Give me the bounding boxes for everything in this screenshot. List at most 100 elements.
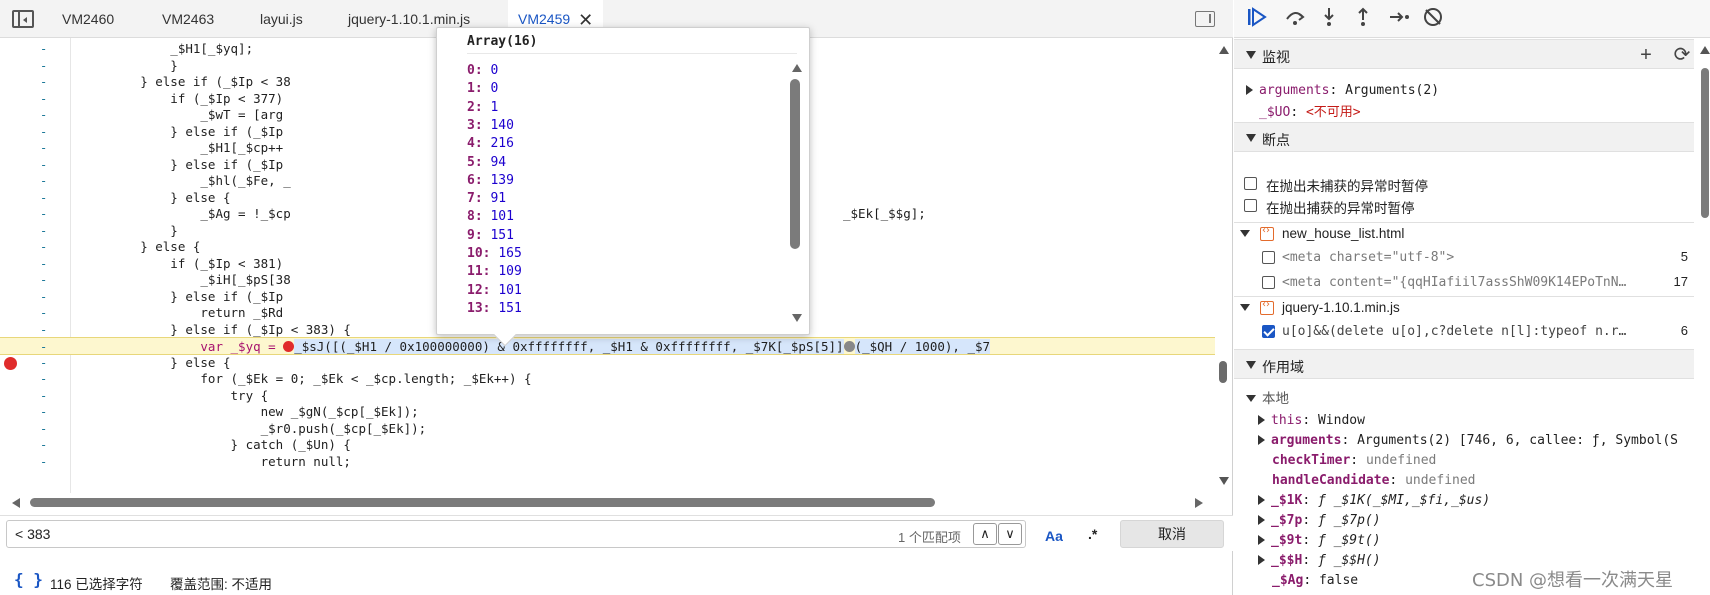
line-gutter-mark[interactable]: - — [40, 106, 52, 124]
line-gutter-mark[interactable]: - — [40, 288, 52, 306]
scope-var-function[interactable]: _$1K: ƒ _$1K(_$MI,_$fi,_$us) — [1258, 492, 1490, 510]
code-line[interactable]: - } catch (_$Un) { — [0, 436, 1215, 454]
step-into-icon[interactable] — [1316, 6, 1342, 32]
watch-item-arguments[interactable]: arguments: Arguments(2) — [1246, 82, 1439, 100]
scroll-down-icon[interactable] — [1219, 477, 1229, 485]
line-gutter-mark[interactable]: - — [40, 354, 52, 372]
array-entry[interactable]: 10: 165 — [467, 244, 522, 264]
line-gutter-mark[interactable]: - — [40, 139, 52, 157]
array-entry[interactable]: 13: 151 — [467, 299, 522, 319]
scroll-down-icon[interactable] — [792, 314, 802, 322]
watch-item-uo[interactable]: _$UO: <不可用> — [1259, 104, 1361, 122]
inline-breakpoint-icon[interactable] — [283, 341, 295, 352]
line-gutter-mark[interactable]: - — [40, 189, 52, 207]
line-gutter-mark[interactable]: - — [40, 222, 52, 240]
line-gutter-mark[interactable]: - — [40, 40, 52, 58]
scope-var-arguments[interactable]: arguments: Arguments(2) [746, 6, callee:… — [1258, 432, 1694, 450]
value-popover[interactable]: Array(16) 0: 0 1: 0 2: 1 3: 140 4: 216 5: 94 6… — [436, 27, 810, 347]
line-gutter-mark[interactable]: - — [40, 123, 52, 141]
array-entry[interactable]: 9: 151 — [467, 226, 514, 246]
code-line[interactable]: - new _$gN(_$cp[_$Ek]); — [0, 403, 1215, 421]
line-gutter-mark[interactable]: - — [40, 370, 52, 388]
pause-caught-checkbox[interactable] — [1244, 199, 1257, 212]
scope-var-function[interactable]: _$7p: ƒ _$7p() — [1258, 512, 1381, 530]
scroll-up-icon[interactable] — [792, 64, 802, 72]
scope-var-function[interactable]: _$$H: ƒ _$$H() — [1258, 552, 1381, 570]
line-gutter-mark[interactable]: - — [40, 403, 52, 421]
breakpoint-file-jquery[interactable] — [1240, 300, 1256, 318]
scope-var-function[interactable]: _$9t: ƒ _$9t() — [1258, 532, 1381, 550]
scope-var-handlecandidate[interactable]: handleCandidate: undefined — [1272, 472, 1476, 490]
scroll-up-icon[interactable] — [1700, 46, 1710, 54]
array-entry[interactable]: 4: 216 — [467, 134, 514, 154]
scope-var-checktimer[interactable]: checkTimer: undefined — [1272, 452, 1436, 470]
line-gutter-mark[interactable]: - — [40, 321, 52, 339]
scope-var-ag[interactable]: _$Ag: false — [1272, 572, 1358, 590]
tab-vm2463[interactable]: VM2463 — [162, 0, 214, 38]
next-match-button[interactable]: ∨ — [998, 523, 1022, 545]
breakpoint-file-new-house-list[interactable] — [1240, 226, 1256, 244]
array-entry[interactable]: 8: 101 — [467, 207, 514, 227]
line-gutter-mark[interactable]: - — [40, 453, 52, 471]
scrollbar-thumb[interactable] — [790, 79, 800, 249]
editor-vertical-scrollbar[interactable] — [1214, 38, 1232, 493]
scroll-up-icon[interactable] — [1219, 46, 1229, 54]
step-over-icon[interactable] — [1282, 6, 1308, 32]
search-input[interactable] — [6, 520, 1026, 548]
scope-var-this[interactable]: this: Window — [1258, 412, 1365, 430]
code-line[interactable]: - } else { — [0, 354, 1215, 372]
cancel-button[interactable]: 取消 — [1120, 520, 1224, 548]
add-watch-button[interactable]: + — [1634, 43, 1658, 67]
breakpoint-code[interactable]: <meta charset="utf-8"> — [1282, 249, 1642, 267]
line-gutter-mark[interactable]: - — [40, 172, 52, 190]
line-gutter-mark[interactable]: - — [40, 304, 52, 322]
array-entry[interactable]: 0: 0 — [467, 61, 498, 81]
array-entry[interactable]: 3: 140 — [467, 116, 514, 136]
breakpoint-checkbox-checked[interactable] — [1262, 325, 1275, 338]
array-entry[interactable]: 12: 101 — [467, 281, 522, 301]
line-gutter-mark[interactable]: - — [40, 271, 52, 289]
line-gutter-mark[interactable]: - — [40, 156, 52, 174]
pretty-print-icon[interactable]: { } — [14, 570, 43, 589]
code-line[interactable]: - for (_$Ek = 0; _$Ek < _$cp.length; _$E… — [0, 370, 1215, 388]
line-gutter-mark[interactable]: - — [40, 436, 52, 454]
tab-vm2460[interactable]: VM2460 — [62, 0, 114, 38]
step-out-icon[interactable] — [1350, 6, 1376, 32]
editor-horizontal-scrollbar[interactable] — [0, 493, 1233, 513]
line-gutter-mark[interactable]: - — [40, 90, 52, 108]
line-gutter-mark[interactable]: - — [40, 205, 52, 223]
line-gutter-mark[interactable]: - — [40, 238, 52, 256]
line-gutter-mark[interactable]: - — [40, 387, 52, 405]
array-entry[interactable]: 11: 109 — [467, 262, 522, 282]
breakpoint-checkbox[interactable] — [1262, 251, 1275, 264]
step-icon[interactable] — [1386, 6, 1412, 32]
line-gutter-mark[interactable]: - — [40, 73, 52, 91]
array-entry[interactable]: 1: 0 — [467, 79, 498, 99]
previous-match-button[interactable]: ∧ — [973, 523, 997, 545]
line-gutter-mark[interactable]: - — [40, 255, 52, 273]
scrollbar-thumb[interactable] — [1219, 361, 1227, 383]
breakpoint-code[interactable]: u[o]&&(delete u[o],c?delete n[l]:typeof … — [1282, 323, 1642, 341]
resume-icon[interactable] — [1244, 6, 1270, 32]
inline-breakpoint-icon[interactable] — [843, 341, 855, 352]
watch-section-header[interactable]: 监视 + ⟳ — [1234, 39, 1694, 69]
code-line[interactable]: - var _$yq = _$sJ([(_$H1 / 0x100000000) … — [0, 337, 1215, 355]
pause-uncaught-checkbox[interactable] — [1244, 177, 1257, 190]
scrollbar-thumb[interactable] — [30, 498, 935, 507]
sidebar-vertical-scrollbar[interactable] — [1700, 40, 1710, 595]
code-line[interactable]: - try { — [0, 387, 1215, 405]
array-entry[interactable]: 6: 139 — [467, 171, 514, 191]
deactivate-breakpoints-icon[interactable] — [1420, 6, 1446, 32]
line-gutter-mark[interactable]: - — [40, 420, 52, 438]
code-line[interactable]: - return null; — [0, 453, 1215, 471]
code-line[interactable]: - _$r0.push(_$cp[_$Ek]); — [0, 420, 1215, 438]
toggle-debugger-icon[interactable] — [1195, 11, 1215, 27]
scope-section-header[interactable]: 作用域 — [1234, 349, 1694, 379]
tab-layui[interactable]: layui.js — [260, 0, 303, 38]
breakpoint-code[interactable]: <meta content="{qqHIafiil7assShW09K14EPo… — [1282, 274, 1642, 292]
array-entry[interactable]: 5: 94 — [467, 153, 506, 173]
breakpoint-checkbox[interactable] — [1262, 276, 1275, 289]
breakpoints-section-header[interactable]: 断点 — [1234, 122, 1694, 152]
scope-local-header[interactable]: 本地 — [1246, 390, 1289, 408]
scroll-right-icon[interactable] — [1195, 498, 1203, 508]
